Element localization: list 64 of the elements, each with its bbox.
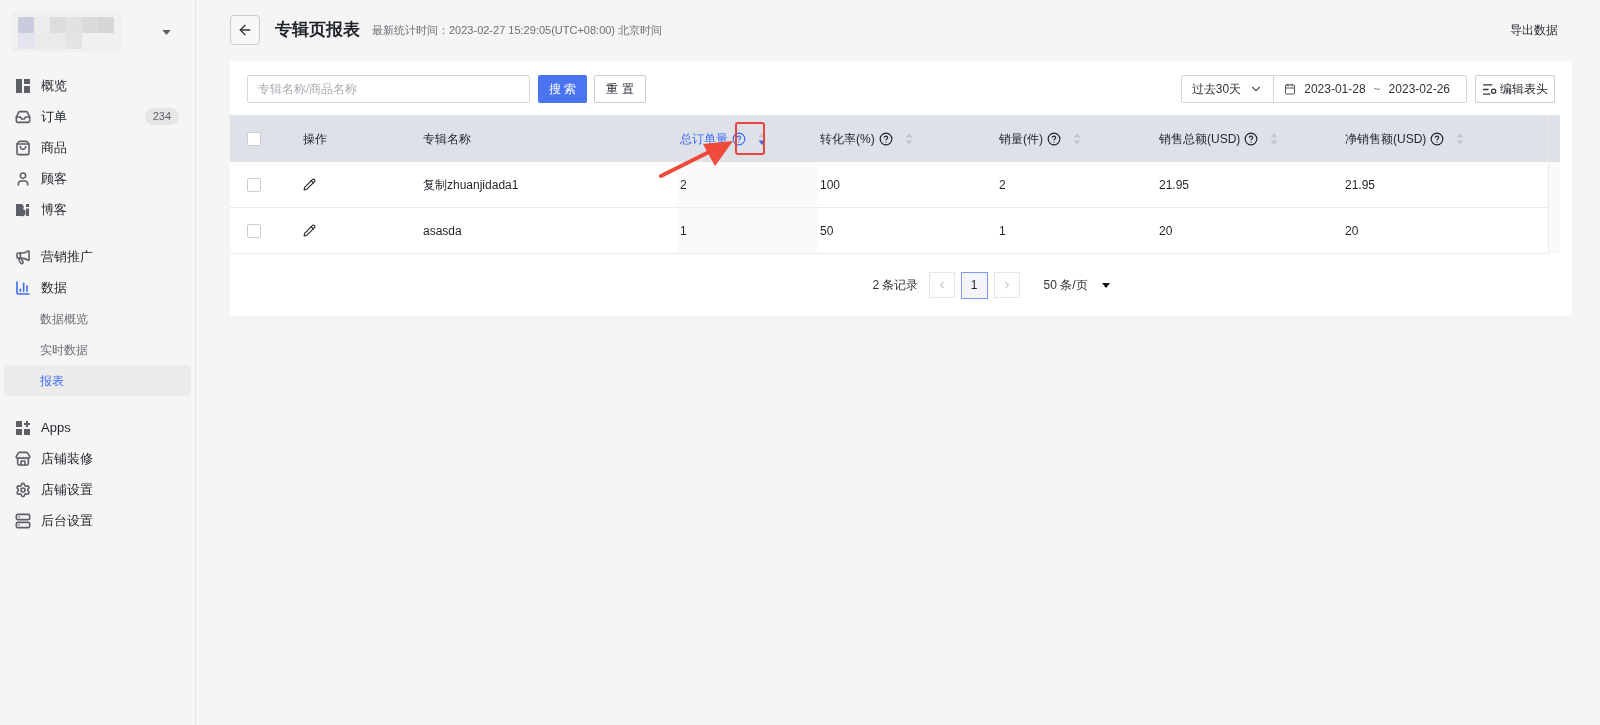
table-cell-text: 50	[820, 222, 834, 240]
table-cell-text: 1	[999, 222, 1006, 240]
edit-icon[interactable]	[303, 224, 316, 237]
table-cell-text: 21.95	[1345, 176, 1376, 194]
sort-icon[interactable]	[758, 131, 766, 146]
help-icon[interactable]	[878, 131, 893, 146]
table-cell-text: 20	[1345, 222, 1359, 240]
count-badge: 234	[144, 108, 179, 125]
search-button[interactable]: 搜 索	[538, 75, 588, 103]
back-button[interactable]	[230, 15, 260, 45]
nav-subitem[interactable]: 报表	[4, 365, 191, 396]
select-all-checkbox[interactable]	[247, 131, 261, 146]
export-link[interactable]: 导出数据	[1510, 21, 1558, 39]
table-cell-text: 2	[999, 176, 1006, 194]
nav-item[interactable]: 订单 234	[4, 101, 191, 132]
scrollbar[interactable]	[1548, 115, 1560, 254]
column-header[interactable]: 销量(件)	[999, 129, 1043, 148]
column-header[interactable]: 净销售额(USD)	[1345, 129, 1427, 148]
nav-item[interactable]: Apps	[4, 412, 191, 443]
nav-item[interactable]: 后台设置	[4, 505, 191, 536]
edit-columns-button[interactable]: 编辑表头	[1475, 75, 1555, 103]
date-separator: ~	[1373, 81, 1381, 98]
table-cell-text: 1	[680, 222, 687, 240]
search-field[interactable]: 专辑名称/商品名称	[247, 75, 530, 103]
nav-item[interactable]: 顾客	[4, 163, 191, 194]
range-select[interactable]: 过去30天	[1181, 76, 1275, 102]
nav-item[interactable]: 商品	[4, 132, 191, 163]
nav-item[interactable]: 概览	[4, 70, 191, 101]
nav-subitem[interactable]: 实时数据	[4, 334, 191, 365]
total-records: 2 条记录	[872, 277, 919, 294]
help-icon[interactable]	[1430, 131, 1445, 146]
help-icon[interactable]	[1047, 131, 1061, 146]
nav-item[interactable]: 博客	[4, 194, 191, 225]
row-checkbox[interactable]	[247, 223, 261, 238]
nav-item[interactable]: 营销推广	[4, 241, 191, 272]
column-header[interactable]: 转化率(%)	[820, 129, 875, 148]
edit-icon[interactable]	[303, 178, 316, 191]
table-cell-text: 2	[680, 176, 687, 194]
calendar-icon	[1284, 83, 1297, 95]
nav-item[interactable]: 店铺设置	[4, 474, 191, 505]
help-icon[interactable]	[1244, 131, 1259, 146]
column-header[interactable]: 销售总额(USD)	[1159, 129, 1241, 148]
nav-item[interactable]: 数据	[4, 272, 191, 303]
table-cell-text: asasda	[423, 222, 462, 240]
table-cell-text: 100	[820, 176, 841, 194]
table-cell-text: 20	[1159, 222, 1173, 240]
page-size-select[interactable]: 50 条/页	[1043, 276, 1110, 294]
highlight-box	[735, 122, 765, 155]
table-cell-text: 复制zhuanjidada1	[423, 176, 519, 194]
columns-settings-icon	[1482, 83, 1497, 95]
column-header: 操作	[303, 130, 327, 148]
caret-icon	[1101, 282, 1110, 288]
start-date[interactable]: 2023-01-28	[1304, 80, 1366, 98]
caret-icon[interactable]	[162, 29, 171, 35]
table-cell-text: 21.95	[1159, 176, 1190, 194]
row-checkbox[interactable]	[247, 177, 261, 192]
update-time: 最新统计时间：2023-02-27 15:29:05(UTC+08:00) 北京时间	[372, 22, 663, 38]
column-header: 专辑名称	[423, 130, 471, 148]
nav-subitem[interactable]: 数据概览	[4, 303, 191, 334]
reset-button[interactable]: 重 置	[594, 75, 646, 103]
page-button[interactable]: 1	[960, 271, 988, 299]
end-date[interactable]: 2023-02-26	[1388, 80, 1450, 98]
nav-item[interactable]: 店铺装修	[4, 443, 191, 474]
page-title: 专辑页报表	[275, 19, 360, 42]
